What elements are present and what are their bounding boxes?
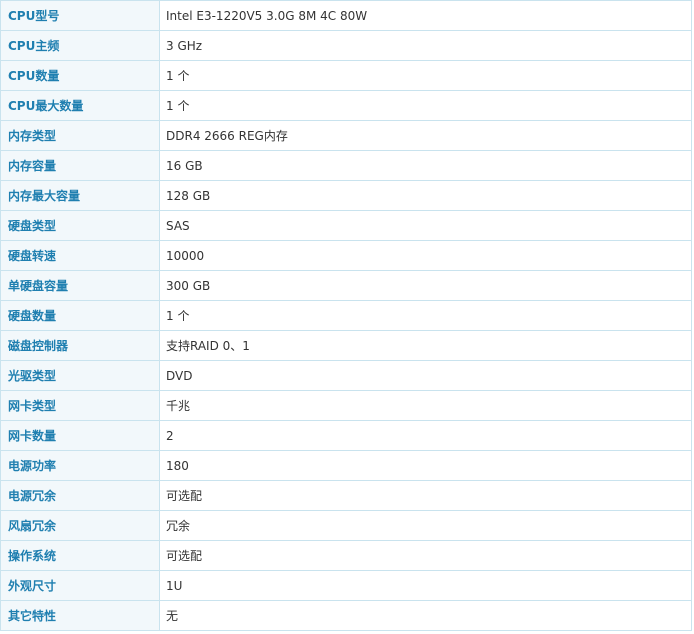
spec-row: CPU最大数量 1 个 xyxy=(0,90,692,121)
spec-value: 128 GB xyxy=(159,180,692,211)
spec-value: 千兆 xyxy=(159,390,692,421)
spec-label: 电源功率 xyxy=(0,450,160,481)
spec-label: 风扇冗余 xyxy=(0,510,160,541)
spec-label: 内存容量 xyxy=(0,150,160,181)
spec-row: 磁盘控制器 支持RAID 0、1 xyxy=(0,330,692,361)
spec-label: CPU数量 xyxy=(0,60,160,91)
spec-table-body: CPU型号 Intel E3-1220V5 3.0G 8M 4C 80W CPU… xyxy=(0,0,692,631)
spec-value: SAS xyxy=(159,210,692,241)
spec-row: 内存容量 16 GB xyxy=(0,150,692,181)
spec-label: 单硬盘容量 xyxy=(0,270,160,301)
spec-row: 电源冗余 可选配 xyxy=(0,480,692,511)
spec-label: 硬盘类型 xyxy=(0,210,160,241)
spec-row: 其它特性 无 xyxy=(0,600,692,631)
spec-value: 180 xyxy=(159,450,692,481)
spec-label: 网卡数量 xyxy=(0,420,160,451)
spec-label: 内存最大容量 xyxy=(0,180,160,211)
spec-value: 冗余 xyxy=(159,510,692,541)
spec-row: 内存类型 DDR4 2666 REG内存 xyxy=(0,120,692,151)
spec-row: 风扇冗余 冗余 xyxy=(0,510,692,541)
spec-label: 内存类型 xyxy=(0,120,160,151)
spec-value: 10000 xyxy=(159,240,692,271)
spec-row: CPU数量 1 个 xyxy=(0,60,692,91)
spec-label: 光驱类型 xyxy=(0,360,160,391)
spec-value: 1 个 xyxy=(159,300,692,331)
spec-label: 磁盘控制器 xyxy=(0,330,160,361)
spec-label: CPU最大数量 xyxy=(0,90,160,121)
spec-row: 硬盘类型 SAS xyxy=(0,210,692,241)
spec-value: 300 GB xyxy=(159,270,692,301)
spec-row: 网卡数量 2 xyxy=(0,420,692,451)
spec-row: 单硬盘容量 300 GB xyxy=(0,270,692,301)
spec-row: 光驱类型 DVD xyxy=(0,360,692,391)
spec-label: 网卡类型 xyxy=(0,390,160,421)
spec-value: 1 个 xyxy=(159,60,692,91)
spec-value: 可选配 xyxy=(159,540,692,571)
spec-row: CPU主频 3 GHz xyxy=(0,30,692,61)
spec-row: 电源功率 180 xyxy=(0,450,692,481)
spec-label: 电源冗余 xyxy=(0,480,160,511)
spec-value: 1 个 xyxy=(159,90,692,121)
spec-value: DDR4 2666 REG内存 xyxy=(159,120,692,151)
spec-value: 1U xyxy=(159,570,692,601)
spec-row: 网卡类型 千兆 xyxy=(0,390,692,421)
spec-row: CPU型号 Intel E3-1220V5 3.0G 8M 4C 80W xyxy=(0,0,692,31)
spec-label: 硬盘转速 xyxy=(0,240,160,271)
spec-value: 3 GHz xyxy=(159,30,692,61)
spec-label: 硬盘数量 xyxy=(0,300,160,331)
spec-value: 16 GB xyxy=(159,150,692,181)
spec-label: CPU型号 xyxy=(0,0,160,31)
spec-value: 支持RAID 0、1 xyxy=(159,330,692,361)
spec-value: 可选配 xyxy=(159,480,692,511)
spec-value: 2 xyxy=(159,420,692,451)
spec-table: CPU型号 Intel E3-1220V5 3.0G 8M 4C 80W CPU… xyxy=(0,0,692,631)
spec-value: Intel E3-1220V5 3.0G 8M 4C 80W xyxy=(159,0,692,31)
spec-label: CPU主频 xyxy=(0,30,160,61)
spec-row: 硬盘数量 1 个 xyxy=(0,300,692,331)
spec-value: 无 xyxy=(159,600,692,631)
spec-value: DVD xyxy=(159,360,692,391)
spec-label: 其它特性 xyxy=(0,600,160,631)
spec-label: 操作系统 xyxy=(0,540,160,571)
spec-label: 外观尺寸 xyxy=(0,570,160,601)
spec-row: 外观尺寸 1U xyxy=(0,570,692,601)
spec-row: 操作系统 可选配 xyxy=(0,540,692,571)
spec-row: 硬盘转速 10000 xyxy=(0,240,692,271)
spec-row: 内存最大容量 128 GB xyxy=(0,180,692,211)
